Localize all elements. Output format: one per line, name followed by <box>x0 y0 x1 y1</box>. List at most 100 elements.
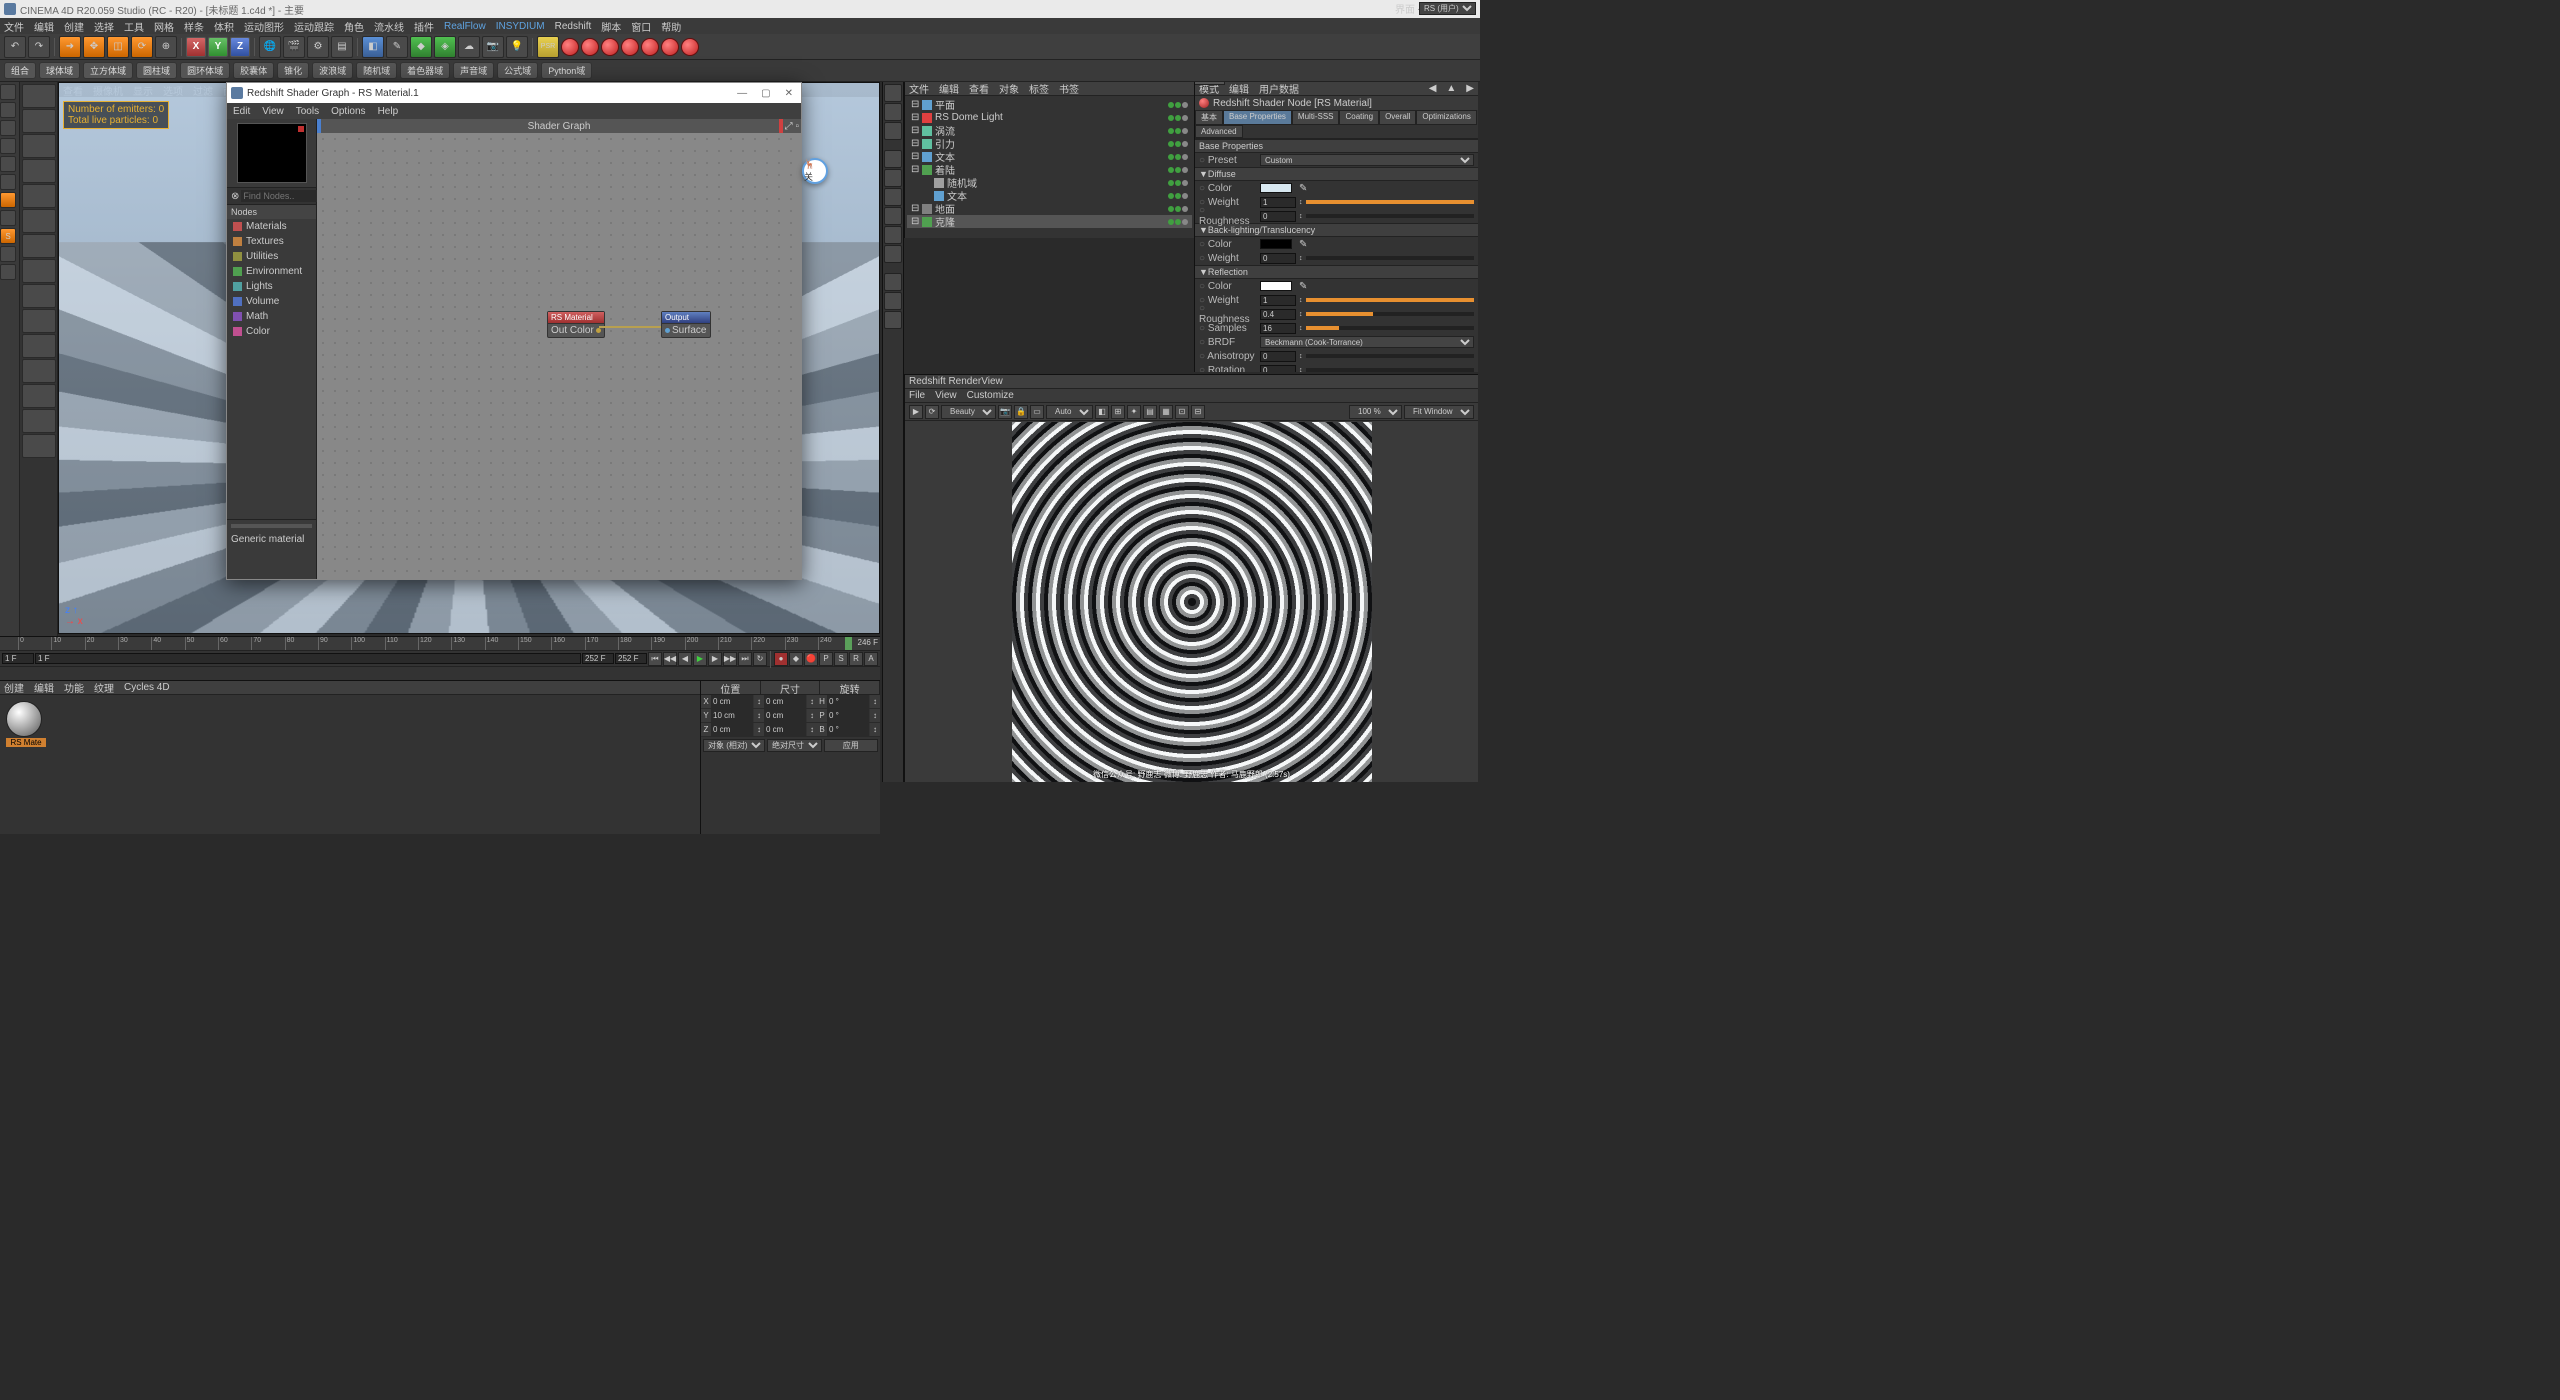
rv-icon-6[interactable]: ⊡ <box>1175 405 1189 419</box>
attr-slider[interactable] <box>1306 200 1475 204</box>
tl-current[interactable] <box>35 653 581 664</box>
psr-icon[interactable]: PSR <box>537 36 559 58</box>
expand-icon[interactable]: ⊟ <box>911 216 919 227</box>
attr-slider[interactable] <box>1306 298 1475 302</box>
recent-tool-icon[interactable]: ⊕ <box>155 36 177 58</box>
menu-realflow[interactable]: RealFlow <box>444 21 486 32</box>
rv-render-icon[interactable]: ▶ <box>909 405 923 419</box>
shader-canvas[interactable]: Shader Graph ⤢ ▫ RS Material Out Color O… <box>317 119 801 579</box>
visibility-editor-icon[interactable] <box>1168 180 1174 186</box>
tl-scale-key-icon[interactable]: S <box>834 652 848 666</box>
attr-tab[interactable]: Optimizations <box>1416 110 1476 125</box>
palette-13[interactable] <box>22 384 56 408</box>
visibility-editor-icon[interactable] <box>1168 115 1174 121</box>
rs-light-2-icon[interactable] <box>581 38 599 56</box>
menu-mograph[interactable]: 运动图形 <box>244 19 284 34</box>
tag-icon[interactable] <box>1182 193 1188 199</box>
menu-redshift[interactable]: Redshift <box>555 21 592 32</box>
stepper-icon[interactable]: ↕ <box>1299 199 1303 206</box>
poly-mode-icon[interactable] <box>0 174 16 190</box>
attr-value-input[interactable] <box>1260 365 1296 373</box>
attr-slider[interactable] <box>1306 256 1475 260</box>
om-menu-file[interactable]: 文件 <box>909 81 929 96</box>
scale-tool-icon[interactable]: ◫ <box>107 36 129 58</box>
rv-icon-2[interactable]: ⊞ <box>1111 405 1125 419</box>
attr-value-input[interactable] <box>1260 253 1296 264</box>
renderview-canvas[interactable]: 微信公众号: 野鹿志 微博: 野鹿志 作者: 马鹿野郎 (2:57s) <box>905 421 1478 782</box>
stepper-icon[interactable]: ↕ <box>1299 367 1303 373</box>
node-category-math[interactable]: Math <box>227 309 316 324</box>
rs-light-6-icon[interactable] <box>661 38 679 56</box>
tl-pos-key-icon[interactable]: P <box>819 652 833 666</box>
render-settings-icon[interactable]: ⚙ <box>307 36 329 58</box>
field-cone[interactable]: 锥化 <box>277 62 309 79</box>
deformer-icon[interactable]: ◈ <box>434 36 456 58</box>
rv-icon-5[interactable]: ▦ <box>1159 405 1173 419</box>
attr-slider[interactable] <box>1306 354 1475 358</box>
attr-section-header[interactable]: ▼Back-lighting/Translucency <box>1195 223 1478 237</box>
menu-pipeline[interactable]: 流水线 <box>374 19 404 34</box>
attr-nav-up-icon[interactable]: ▲ <box>1446 83 1456 94</box>
attr-value-input[interactable] <box>1260 309 1296 320</box>
attr-select[interactable]: Beckmann (Cook-Torrance) <box>1260 336 1474 348</box>
menu-file[interactable]: 文件 <box>4 19 24 34</box>
rc-12[interactable] <box>884 311 902 329</box>
rc-8[interactable] <box>884 226 902 244</box>
mat-menu-edit[interactable]: 编辑 <box>34 680 54 695</box>
menu-help[interactable]: 帮助 <box>661 19 681 34</box>
shader-expand-icon[interactable]: ⤢ ▫ <box>785 121 799 132</box>
stepper-icon[interactable]: ↕ <box>1299 353 1303 360</box>
tl-end[interactable] <box>582 653 614 664</box>
attr-value-input[interactable] <box>1260 197 1296 208</box>
layout-select[interactable]: RS (用户) <box>1419 2 1476 15</box>
node-category-volume[interactable]: Volume <box>227 294 316 309</box>
expand-icon[interactable]: ⊟ <box>911 125 919 136</box>
port-in-icon[interactable] <box>665 328 670 333</box>
color-swatch[interactable] <box>1260 239 1292 249</box>
rc-10[interactable] <box>884 273 902 291</box>
tag-icon[interactable] <box>1182 180 1188 186</box>
tl-last-icon[interactable]: ⏭ <box>738 652 752 666</box>
rotate-tool-icon[interactable]: ⟳ <box>131 36 153 58</box>
material-preview-ball[interactable] <box>6 701 42 737</box>
color-picker-icon[interactable]: ✎ <box>1299 239 1307 250</box>
attr-tab[interactable]: Advanced <box>1195 125 1243 138</box>
rv-icon-4[interactable]: ▤ <box>1143 405 1157 419</box>
light-icon[interactable]: 💡 <box>506 36 528 58</box>
visibility-render-icon[interactable] <box>1175 193 1181 199</box>
attr-section-header[interactable]: ▼Reflection <box>1195 265 1478 279</box>
attr-value-input[interactable] <box>1260 211 1296 222</box>
redo-icon[interactable]: ↷ <box>28 36 50 58</box>
tl-rot-key-icon[interactable]: R <box>849 652 863 666</box>
spline-pen-icon[interactable]: ✎ <box>386 36 408 58</box>
workplane-icon[interactable] <box>0 246 16 262</box>
tag-icon[interactable] <box>1182 167 1188 173</box>
menu-mesh[interactable]: 网格 <box>154 19 174 34</box>
attr-slider[interactable] <box>1306 214 1475 218</box>
preset-select[interactable]: Custom <box>1260 154 1474 166</box>
om-menu-view[interactable]: 查看 <box>969 81 989 96</box>
attr-value-input[interactable] <box>1260 351 1296 362</box>
axis-y-toggle[interactable]: Y <box>208 37 228 57</box>
rc-6[interactable] <box>884 188 902 206</box>
tl-next-key-icon[interactable]: ▶▶ <box>723 652 737 666</box>
stepper-icon[interactable]: ↕ <box>1299 311 1303 318</box>
rv-menu-file[interactable]: File <box>909 390 925 401</box>
material-slot[interactable]: RS Mate <box>6 701 46 747</box>
menu-volume[interactable]: 体积 <box>214 19 234 34</box>
shader-graph-window[interactable]: Redshift Shader Graph - RS Material.1 — … <box>226 82 802 580</box>
attr-tab[interactable]: 基本 <box>1195 110 1223 125</box>
coord-size-input[interactable]: 0 cm <box>764 723 807 736</box>
coord-mode1[interactable]: 对象 (相对) <box>703 739 765 752</box>
axis-mode-icon[interactable] <box>0 192 16 208</box>
tag-icon[interactable] <box>1182 102 1188 108</box>
tag-icon[interactable] <box>1182 219 1188 225</box>
rc-5[interactable] <box>884 169 902 187</box>
menu-tools[interactable]: 工具 <box>124 19 144 34</box>
coord-mode2[interactable]: 绝对尺寸 <box>767 739 822 752</box>
rs-light-3-icon[interactable] <box>601 38 619 56</box>
visibility-editor-icon[interactable] <box>1168 206 1174 212</box>
field-cube[interactable]: 立方体域 <box>83 62 133 79</box>
shader-scrollbar[interactable] <box>231 524 312 528</box>
visibility-editor-icon[interactable] <box>1168 193 1174 199</box>
